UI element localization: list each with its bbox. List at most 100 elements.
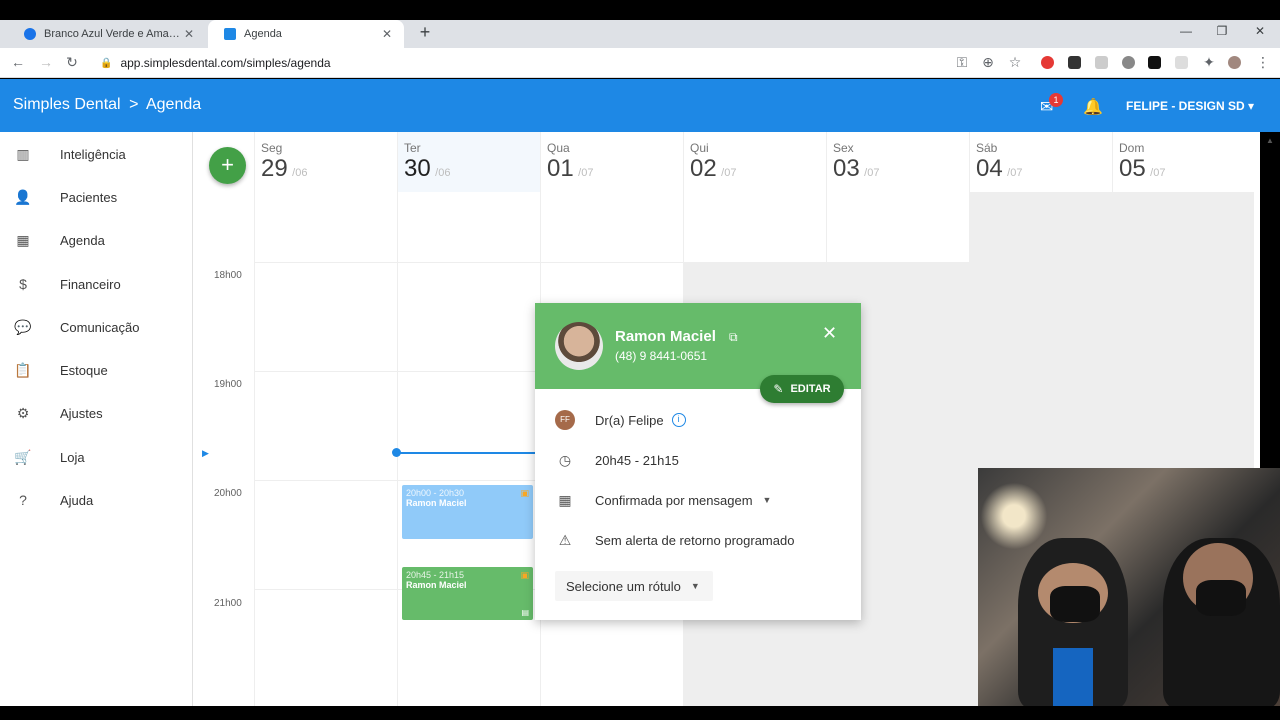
hour-label: 20h00 bbox=[214, 488, 242, 499]
bookmark-star-icon[interactable]: ☆ bbox=[1006, 54, 1024, 71]
browser-tab-2[interactable]: Agenda ✕ bbox=[208, 20, 404, 48]
day-header-today: Ter 30 /06 bbox=[404, 141, 451, 182]
calendar-icon: ▦ bbox=[16, 231, 30, 248]
day-header: Sáb 04 /07 bbox=[976, 141, 1023, 182]
chevron-down-icon: ▾ bbox=[1248, 99, 1255, 113]
puzzle-extensions-icon[interactable]: ✦ bbox=[1200, 54, 1218, 71]
appointment-card-selected[interactable]: 20h45 - 21h15 Ramon Maciel ▣ ▤ bbox=[402, 567, 533, 620]
maximize-icon[interactable]: ❐ bbox=[1212, 24, 1232, 38]
day-header: Qua 01 /07 bbox=[547, 141, 594, 182]
extension-icon[interactable] bbox=[1068, 56, 1081, 69]
address-bar: ← → ↻ 🔒 app.simplesdental.com/simples/ag… bbox=[0, 48, 1280, 78]
cart-icon: 🛒 bbox=[14, 448, 32, 465]
chevron-down-icon: ▼ bbox=[762, 495, 772, 505]
new-tab-icon[interactable]: + bbox=[414, 22, 436, 43]
info-icon[interactable]: i bbox=[671, 413, 686, 427]
close-tab-icon[interactable]: ✕ bbox=[182, 27, 196, 41]
sidebar-item-financeiro[interactable]: $ Financeiro bbox=[0, 269, 193, 299]
popup-header: Ramon Maciel ⧉ (48) 9 8441-0651 ✕ ✎ EDITA… bbox=[535, 303, 861, 403]
url-field[interactable]: 🔒 app.simplesdental.com/simples/agenda bbox=[100, 52, 940, 74]
bar-chart-icon: ▥ bbox=[16, 145, 30, 162]
clock-icon: ◷ bbox=[558, 451, 572, 468]
help-icon: ? bbox=[19, 492, 27, 508]
status-dropdown[interactable]: ▦ Confirmada por mensagem ▼ bbox=[555, 490, 771, 510]
doctor-row: FF Dr(a) Felipe i bbox=[555, 410, 686, 430]
sidebar-item-comunicacao[interactable]: 💬 Comunicação bbox=[0, 312, 193, 342]
notification-badge: 1 bbox=[1049, 93, 1063, 107]
clipboard-icon: 📋 bbox=[14, 361, 32, 378]
chevron-down-icon: ▼ bbox=[690, 581, 700, 591]
back-icon[interactable]: ← bbox=[9, 54, 27, 70]
hour-label: 21h00 bbox=[214, 598, 242, 609]
browser-menu-icon[interactable]: ⋮ bbox=[1254, 54, 1272, 71]
sidebar-item-inteligencia[interactable]: ▥ Inteligência bbox=[0, 139, 193, 169]
tab-title: Branco Azul Verde e Amarelo M... bbox=[44, 28, 182, 40]
bell-icon[interactable]: 🔔 bbox=[1083, 97, 1103, 117]
return-alert-row: ⚠ Sem alerta de retorno programado bbox=[555, 530, 795, 550]
calendar-icon: ▦ bbox=[558, 491, 572, 508]
extension-icon[interactable] bbox=[1148, 56, 1161, 69]
browser-tabstrip: Branco Azul Verde e Amarelo M... ✕ Agend… bbox=[0, 20, 1280, 48]
minimize-icon[interactable]: — bbox=[1176, 24, 1196, 38]
breadcrumb: Simples Dental > Agenda bbox=[13, 96, 205, 114]
message-icon: ▤ bbox=[521, 608, 529, 617]
extension-icon[interactable] bbox=[1175, 56, 1188, 69]
close-icon[interactable]: ✕ bbox=[822, 323, 837, 344]
reload-icon[interactable]: ↻ bbox=[63, 54, 81, 71]
gear-icon: ⚙ bbox=[16, 404, 30, 421]
day-header: Qui 02 /07 bbox=[690, 141, 737, 182]
close-tab-icon[interactable]: ✕ bbox=[380, 27, 394, 41]
current-time-dot bbox=[392, 448, 401, 457]
appointment-details-popup: Ramon Maciel ⧉ (48) 9 8441-0651 ✕ ✎ EDITA… bbox=[535, 303, 861, 620]
open-external-icon[interactable]: ⧉ bbox=[729, 330, 738, 345]
app-header: Simples Dental > Agenda ✉ 🔔 FELIPE - DES… bbox=[0, 79, 1280, 132]
browser-tab-1[interactable]: Branco Azul Verde e Amarelo M... ✕ bbox=[8, 20, 206, 48]
profile-avatar[interactable] bbox=[1228, 56, 1241, 69]
window-close-icon[interactable]: ✕ bbox=[1250, 24, 1270, 38]
breadcrumb-separator: > bbox=[129, 96, 139, 113]
day-column-ter[interactable]: Ter 30 /06 bbox=[397, 132, 540, 712]
time-row: ◷ 20h45 - 21h15 bbox=[555, 450, 679, 470]
sidebar-item-loja[interactable]: 🛒 Loja bbox=[0, 442, 193, 472]
day-header: Dom 05 /07 bbox=[1119, 141, 1166, 182]
sidebar-item-ajustes[interactable]: ⚙ Ajustes bbox=[0, 398, 193, 428]
extension-icon[interactable] bbox=[1041, 56, 1054, 69]
key-icon[interactable]: ⚿ bbox=[953, 54, 971, 71]
extension-icon[interactable] bbox=[1122, 56, 1135, 69]
sidebar-item-ajuda[interactable]: ? Ajuda bbox=[0, 485, 193, 515]
doctor-avatar: FF bbox=[555, 410, 575, 430]
day-header: Sex 03 /07 bbox=[833, 141, 880, 182]
forward-icon[interactable]: → bbox=[37, 54, 55, 70]
scroll-up-icon[interactable]: ▲ bbox=[1266, 136, 1274, 145]
edit-button[interactable]: ✎ EDITAR bbox=[760, 375, 844, 403]
user-menu[interactable]: FELIPE - DESIGN SD ▾ bbox=[1126, 99, 1254, 113]
add-appointment-button[interactable]: + bbox=[209, 147, 246, 184]
simples-dental-favicon-icon bbox=[224, 28, 236, 40]
gift-icon: ▣ bbox=[520, 570, 529, 580]
person-icon: 👤 bbox=[14, 188, 32, 205]
current-time-line bbox=[397, 452, 537, 454]
patient-avatar bbox=[555, 322, 603, 370]
extension-icon[interactable] bbox=[1095, 56, 1108, 69]
day-column-seg[interactable]: Seg 29 /06 bbox=[254, 132, 397, 712]
sidebar-item-estoque[interactable]: 📋 Estoque bbox=[0, 355, 193, 385]
appointment-card[interactable]: 20h00 - 20h30 Ramon Maciel ▣ bbox=[402, 485, 533, 539]
sidebar-item-agenda[interactable]: ▦ Agenda bbox=[0, 225, 193, 255]
zoom-icon[interactable]: ⊕ bbox=[979, 54, 997, 71]
breadcrumb-current: Agenda bbox=[145, 96, 202, 113]
hour-label: 19h00 bbox=[214, 379, 242, 390]
label-select[interactable]: Selecione um rótulo ▼ bbox=[555, 571, 713, 601]
current-time-arrow-icon: ▶ bbox=[202, 448, 209, 458]
tab-title: Agenda bbox=[244, 28, 282, 40]
app-name-link[interactable]: Simples Dental bbox=[13, 96, 121, 113]
mask bbox=[1050, 586, 1100, 622]
patient-phone: (48) 9 8441-0651 bbox=[615, 349, 708, 363]
patient-name[interactable]: Ramon Maciel bbox=[615, 328, 716, 345]
sidebar: ▥ Inteligência 👤 Pacientes ▦ Agenda $ Financ… bbox=[0, 132, 193, 720]
day-header: Seg 29 /06 bbox=[261, 141, 308, 182]
sidebar-item-pacientes[interactable]: 👤 Pacientes bbox=[0, 182, 193, 212]
alert-icon: ⚠ bbox=[558, 531, 572, 548]
webcam-overlay bbox=[978, 468, 1280, 706]
dollar-icon: $ bbox=[19, 276, 27, 292]
mask bbox=[1196, 580, 1246, 616]
